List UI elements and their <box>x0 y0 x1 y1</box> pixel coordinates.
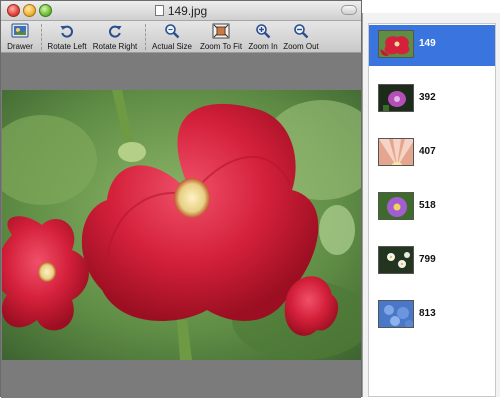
rotate-right-icon <box>109 25 122 38</box>
rotate-left-button[interactable]: Rotate Left <box>45 22 89 52</box>
thumbnail-item[interactable]: 813 <box>369 295 495 336</box>
rotate-left-label: Rotate Left <box>47 42 87 51</box>
zoom-out-label: Zoom Out <box>283 42 319 51</box>
toolbar-toggle-button[interactable] <box>341 5 357 15</box>
thumbnail-image <box>378 30 414 58</box>
thumbnail-item[interactable]: 407 <box>369 133 495 174</box>
title-bar[interactable]: 149.jpg <box>1 1 361 21</box>
drawer-label: Drawer <box>7 42 33 51</box>
window-title-text: 149.jpg <box>167 4 208 18</box>
actual-size-label: Actual Size <box>151 42 193 51</box>
thumbnail-image <box>378 84 414 112</box>
thumbnail-label: 392 <box>419 92 436 103</box>
zoom-out-button[interactable]: Zoom Out <box>281 22 321 52</box>
zoom-to-fit-button[interactable]: Zoom To Fit <box>197 22 245 52</box>
drawer-icon <box>11 23 29 38</box>
thumbnail-item[interactable]: 149 <box>369 25 495 66</box>
photo-image <box>2 90 361 360</box>
zoom-to-fit-label: Zoom To Fit <box>199 42 243 51</box>
preview-window: 149.jpg Drawer Rotate Left Rotate Right … <box>0 0 362 398</box>
thumbnail-list[interactable]: 149 392 407 518 799 813 <box>368 23 496 397</box>
zoom-in-label: Zoom In <box>248 42 278 51</box>
zoom-to-fit-icon <box>212 23 230 39</box>
thumbnail-image <box>378 138 414 166</box>
zoom-in-button[interactable]: Zoom In <box>247 22 279 52</box>
actual-size-icon <box>165 24 180 39</box>
toolbar-separator <box>145 24 147 50</box>
thumbnail-label: 799 <box>419 254 436 265</box>
zoom-in-icon <box>256 24 271 39</box>
drawer-button[interactable]: Drawer <box>3 22 37 52</box>
thumbnail-label: 518 <box>419 200 436 211</box>
zoom-out-icon <box>294 24 309 39</box>
thumbnail-item[interactable]: 518 <box>369 187 495 228</box>
thumbnail-label: 813 <box>419 308 436 319</box>
window-title: 149.jpg <box>1 4 361 18</box>
toolbar-separator <box>41 24 43 50</box>
document-icon <box>154 5 164 16</box>
rotate-left-icon <box>60 25 73 38</box>
thumbnail-image <box>378 192 414 220</box>
toolbar: Drawer Rotate Left Rotate Right Actual S… <box>1 21 361 53</box>
thumbnail-image <box>378 246 414 274</box>
thumbnail-label: 407 <box>419 146 436 157</box>
actual-size-button[interactable]: Actual Size <box>149 22 195 52</box>
thumbnail-label: 149 <box>419 38 436 49</box>
rotate-right-label: Rotate Right <box>92 42 138 51</box>
thumbnail-image <box>378 300 414 328</box>
thumbnail-drawer: 149 392 407 518 799 813 <box>362 13 500 397</box>
thumbnail-item[interactable]: 392 <box>369 79 495 120</box>
rotate-right-button[interactable]: Rotate Right <box>91 22 139 52</box>
image-canvas[interactable] <box>1 53 361 398</box>
thumbnail-item[interactable]: 799 <box>369 241 495 282</box>
